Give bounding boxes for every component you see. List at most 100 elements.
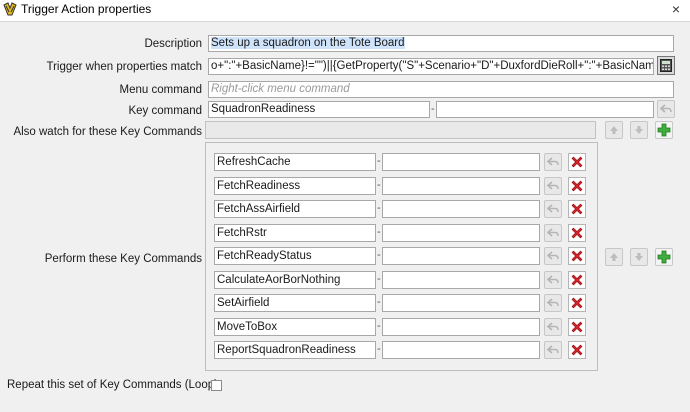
- perform-add-button[interactable]: [655, 248, 673, 266]
- key-command-second-field[interactable]: [382, 294, 540, 312]
- red-x-icon: [571, 203, 583, 215]
- key-command-undo-button[interactable]: [544, 224, 562, 242]
- key-command-undo-button[interactable]: [544, 271, 562, 289]
- key-command-undo-button[interactable]: [544, 153, 562, 171]
- undo-arrow-icon: [547, 157, 559, 166]
- menu-command-placeholder: Right-click menu command: [211, 83, 350, 95]
- delete-key-command-button[interactable]: [568, 200, 586, 218]
- key-command-name: CalculateAorBorNothing: [217, 274, 341, 286]
- key-command-second-field[interactable]: [436, 101, 654, 118]
- menu-command-label: Menu command: [119, 84, 202, 96]
- key-command-undo-button[interactable]: [657, 100, 675, 118]
- key-command-name-field[interactable]: MoveToBox: [214, 318, 376, 336]
- delete-key-command-button[interactable]: [568, 153, 586, 171]
- vassal-logo-icon: [3, 2, 17, 16]
- key-command-name-field[interactable]: ReportSquadronReadiness: [214, 341, 376, 359]
- undo-arrow-icon: [547, 322, 559, 331]
- also-watch-list[interactable]: [205, 121, 596, 139]
- arrow-up-icon: [610, 253, 618, 261]
- delete-key-command-button[interactable]: [568, 341, 586, 359]
- arrow-down-icon: [635, 126, 643, 134]
- key-command-undo-button[interactable]: [544, 177, 562, 195]
- repeat-label: Repeat this set of Key Commands (Loop): [7, 379, 218, 391]
- key-command-name-field[interactable]: SetAirfield: [214, 294, 376, 312]
- key-command-second-field[interactable]: [382, 177, 540, 195]
- key-command-name: RefreshCache: [217, 156, 291, 168]
- red-x-icon: [571, 274, 583, 286]
- key-command-name: SetAirfield: [217, 297, 270, 309]
- key-command-second-field[interactable]: [382, 153, 540, 171]
- red-x-icon: [571, 156, 583, 168]
- key-command-separator: -: [377, 202, 381, 214]
- plus-icon: [657, 123, 671, 137]
- key-command-undo-button[interactable]: [544, 318, 562, 336]
- key-command-second-field[interactable]: [382, 318, 540, 336]
- key-command-name-field[interactable]: FetchReadyStatus: [214, 247, 376, 265]
- undo-arrow-icon: [547, 181, 559, 190]
- undo-arrow-icon: [547, 204, 559, 213]
- key-command-value: SquadronReadiness: [211, 103, 316, 115]
- undo-arrow-icon: [660, 104, 672, 113]
- perform-down-button[interactable]: [630, 248, 648, 266]
- arrow-down-icon: [635, 253, 643, 261]
- key-command-name: FetchAssAirfield: [217, 203, 301, 215]
- key-command-separator: -: [377, 155, 381, 167]
- red-x-icon: [571, 180, 583, 192]
- window-title: Trigger Action properties: [21, 2, 152, 16]
- key-command-second-field[interactable]: [382, 247, 540, 265]
- key-command-name-field[interactable]: FetchRstr: [214, 224, 376, 242]
- red-x-icon: [571, 297, 583, 309]
- calculator-icon: [660, 59, 672, 72]
- delete-key-command-button[interactable]: [568, 247, 586, 265]
- trigger-expression-field[interactable]: o+":"+BasicName}!="")||{GetProperty("S"+…: [208, 58, 654, 75]
- key-command-undo-button[interactable]: [544, 247, 562, 265]
- key-command-undo-button[interactable]: [544, 341, 562, 359]
- key-command-name: FetchReadyStatus: [217, 250, 312, 262]
- trigger-label: Trigger when properties match: [46, 61, 202, 73]
- key-command-undo-button[interactable]: [544, 294, 562, 312]
- undo-arrow-icon: [547, 345, 559, 354]
- also-watch-add-button[interactable]: [655, 121, 673, 139]
- repeat-checkbox[interactable]: [211, 380, 222, 391]
- key-command-separator: -: [377, 226, 381, 238]
- delete-key-command-button[interactable]: [568, 271, 586, 289]
- delete-key-command-button[interactable]: [568, 224, 586, 242]
- key-command-separator: -: [431, 103, 435, 115]
- undo-arrow-icon: [547, 275, 559, 284]
- perform-up-button[interactable]: [605, 248, 623, 266]
- key-command-separator: -: [377, 320, 381, 332]
- red-x-icon: [571, 344, 583, 356]
- key-command-second-field[interactable]: [382, 341, 540, 359]
- expression-builder-button[interactable]: [657, 56, 675, 75]
- delete-key-command-button[interactable]: [568, 294, 586, 312]
- trigger-expression-value: o+":"+BasicName}!="")||{GetProperty("S"+…: [211, 60, 654, 72]
- red-x-icon: [571, 227, 583, 239]
- key-command-name-field[interactable]: RefreshCache: [214, 153, 376, 171]
- undo-arrow-icon: [547, 251, 559, 260]
- key-command-separator: -: [377, 273, 381, 285]
- key-command-undo-button[interactable]: [544, 200, 562, 218]
- delete-key-command-button[interactable]: [568, 318, 586, 336]
- arrow-up-icon: [610, 126, 618, 134]
- description-label: Description: [144, 38, 202, 50]
- also-watch-up-button[interactable]: [605, 121, 623, 139]
- key-command-name: FetchRstr: [217, 227, 267, 239]
- also-watch-down-button[interactable]: [630, 121, 648, 139]
- perform-label: Perform these Key Commands: [44, 253, 202, 265]
- key-command-second-field[interactable]: [382, 224, 540, 242]
- description-value: Sets up a squadron on the Tote Board: [211, 37, 405, 49]
- delete-key-command-button[interactable]: [568, 177, 586, 195]
- also-watch-label: Also watch for these Key Commands: [13, 126, 202, 138]
- description-field[interactable]: Sets up a squadron on the Tote Board: [208, 35, 674, 52]
- red-x-icon: [571, 321, 583, 333]
- undo-arrow-icon: [547, 228, 559, 237]
- key-command-field[interactable]: SquadronReadiness: [208, 101, 430, 118]
- key-command-second-field[interactable]: [382, 271, 540, 289]
- key-command-name-field[interactable]: FetchAssAirfield: [214, 200, 376, 218]
- key-command-name-field[interactable]: FetchReadiness: [214, 177, 376, 195]
- menu-command-field[interactable]: Right-click menu command: [208, 81, 674, 98]
- key-command-name-field[interactable]: CalculateAorBorNothing: [214, 271, 376, 289]
- close-button[interactable]: ×: [668, 1, 684, 17]
- key-command-separator: -: [377, 343, 381, 355]
- key-command-second-field[interactable]: [382, 200, 540, 218]
